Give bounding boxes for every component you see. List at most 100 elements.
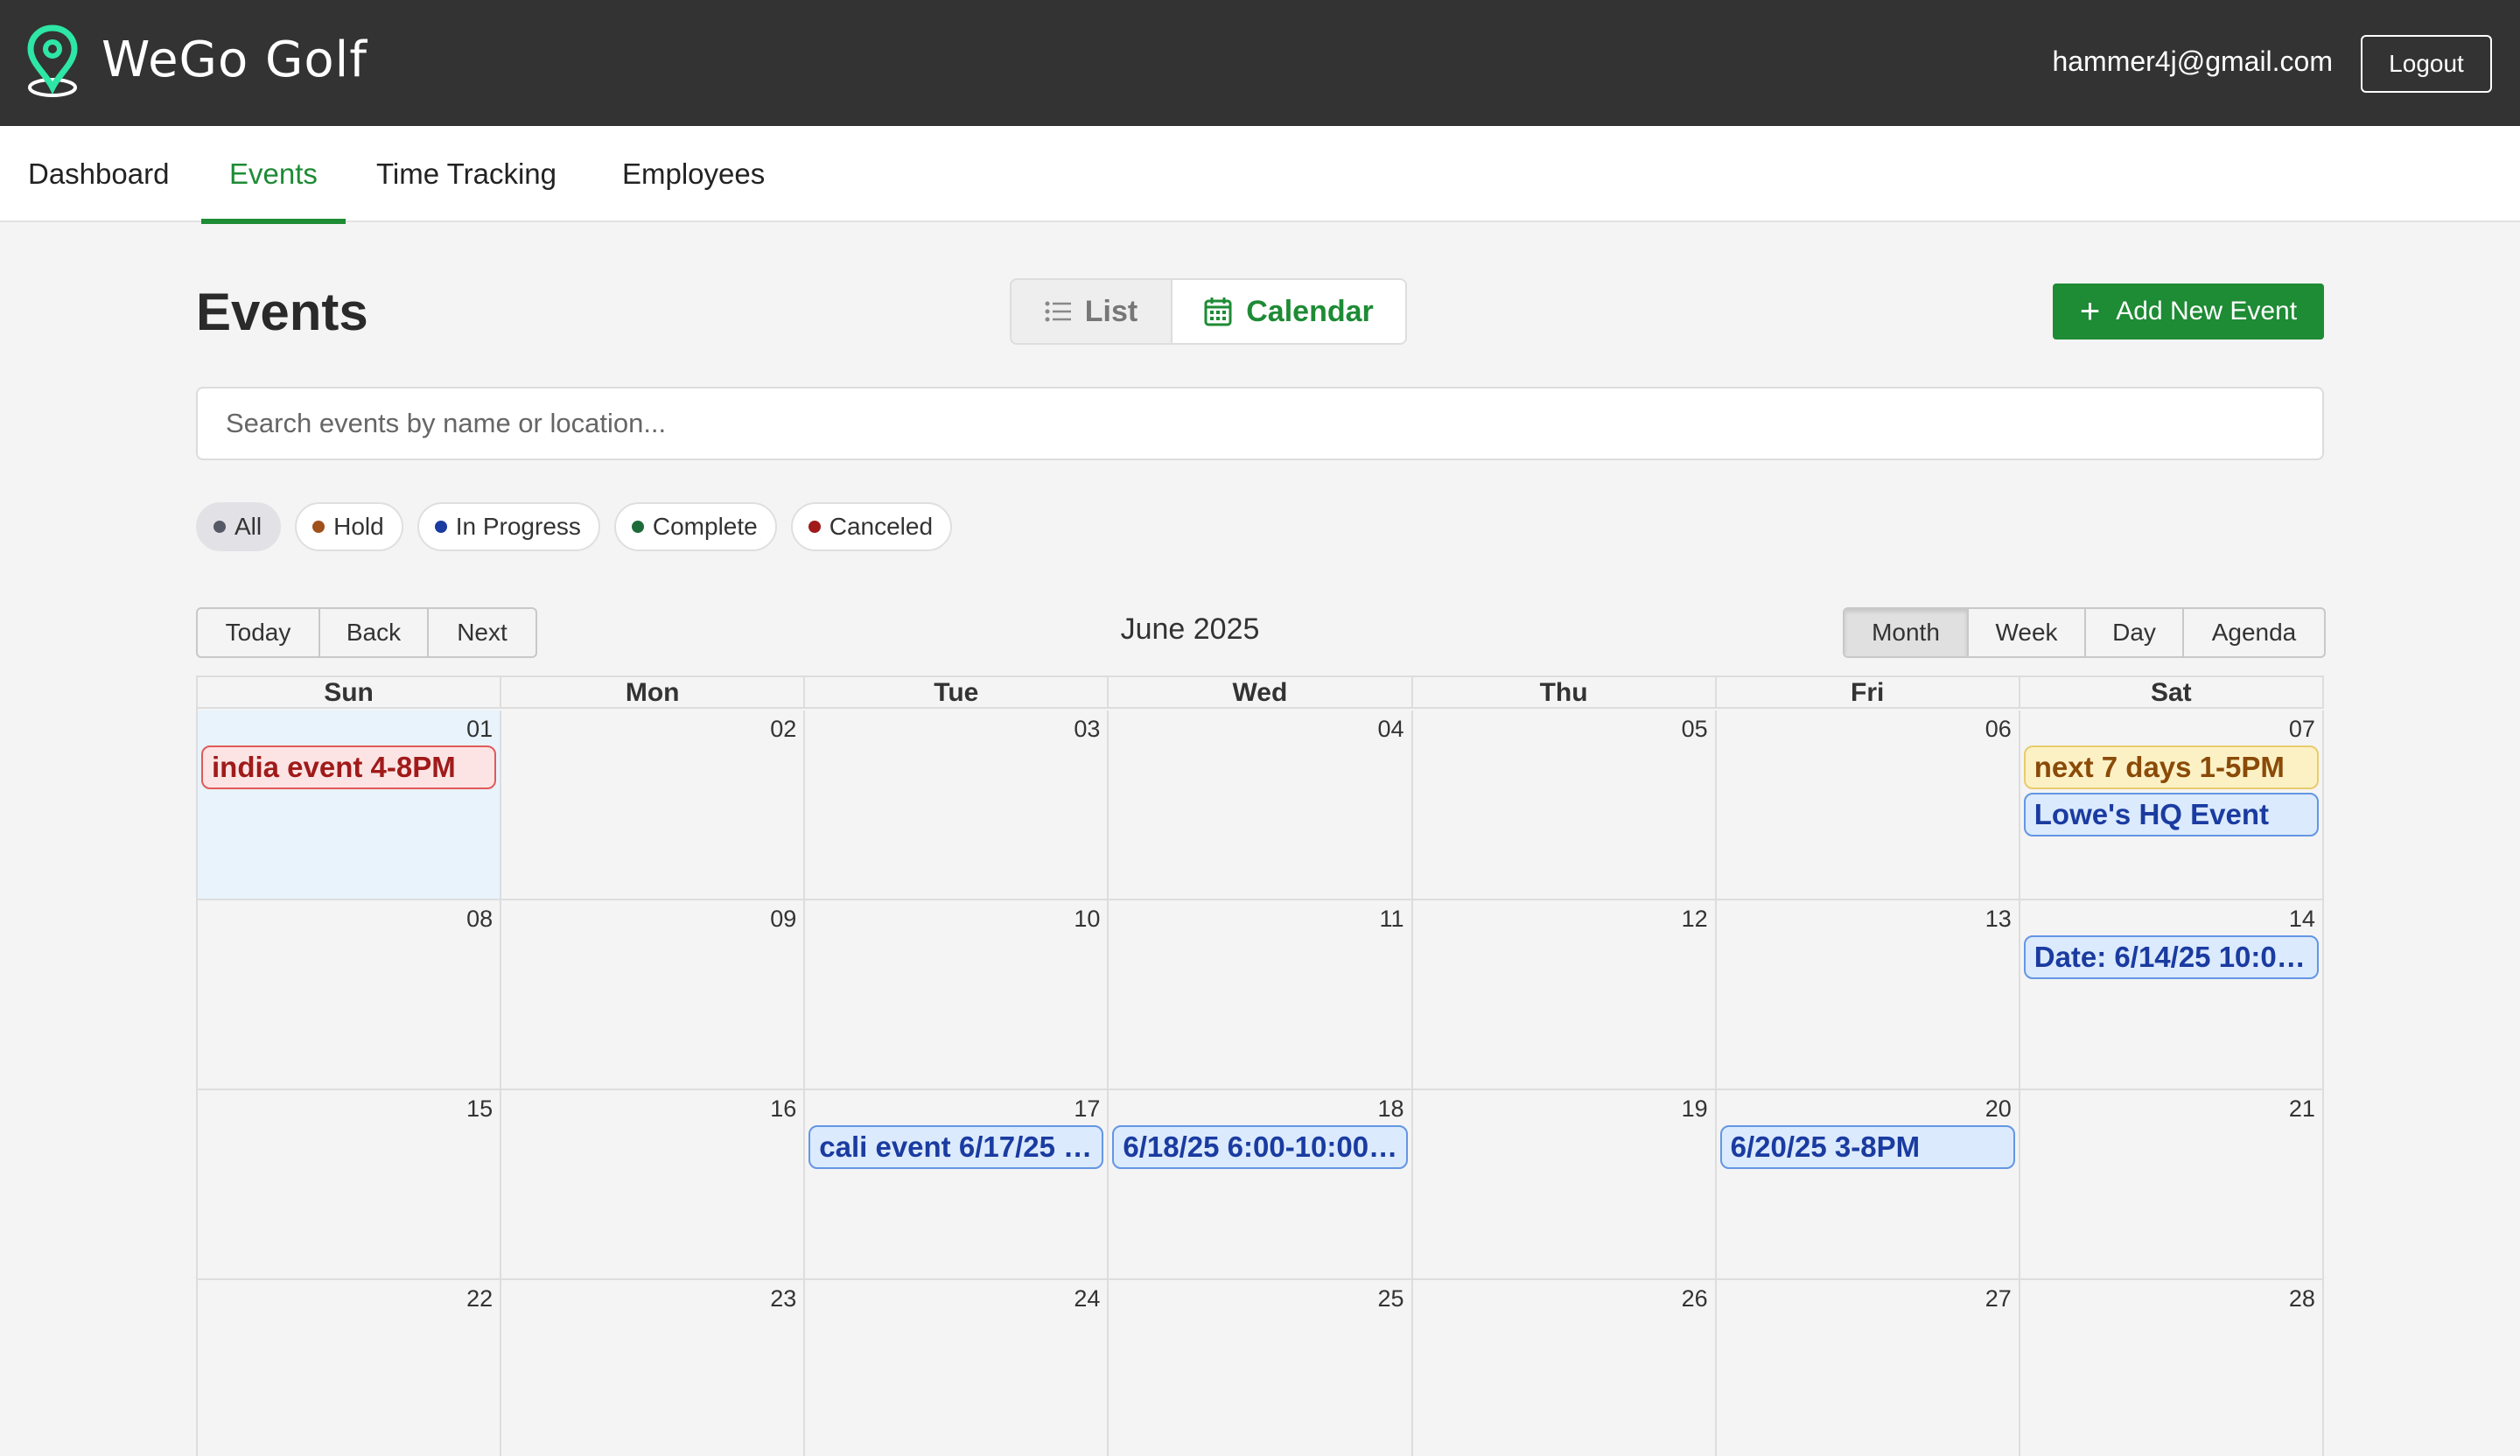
nav-events[interactable]: Events (201, 126, 346, 224)
day-cell[interactable]: 20 6/20/25 3-8PM (1717, 1090, 2020, 1278)
filter-label: Complete (652, 513, 758, 540)
day-cell[interactable]: 19 (1413, 1090, 1717, 1278)
plus-icon: + (2079, 292, 2101, 331)
day-cell[interactable]: 25 (1109, 1280, 1413, 1456)
day-cell[interactable]: 16 (501, 1090, 806, 1278)
day-cell[interactable]: 05 (1413, 710, 1717, 899)
today-button[interactable]: Today (198, 609, 320, 656)
filter-in-progress[interactable]: In Progress (416, 502, 600, 551)
date-number[interactable]: 09 (770, 906, 796, 933)
date-number[interactable]: 22 (466, 1285, 493, 1312)
week-row: 15 16 17 cali event 6/17/25 5-9PM 18 6/1… (198, 1090, 2324, 1280)
filter-canceled[interactable]: Canceled (790, 502, 953, 551)
day-cell[interactable]: 28 (2020, 1280, 2324, 1456)
month-calendar: Sun Mon Tue Wed Thu Fri Sat 01 india eve… (196, 676, 2324, 1456)
date-number[interactable]: 06 (1985, 716, 2012, 743)
list-view-button[interactable]: List (1012, 280, 1171, 343)
day-cell[interactable]: 04 (1109, 710, 1413, 899)
date-number[interactable]: 26 (1682, 1285, 1708, 1312)
day-cell[interactable]: 18 6/18/25 6:00-10:00PM (1109, 1090, 1413, 1278)
date-number[interactable]: 28 (2289, 1285, 2315, 1312)
main-nav: Dashboard Events Time Tracking Employees (0, 126, 2520, 224)
date-number[interactable]: 23 (770, 1285, 796, 1312)
day-cell[interactable]: 27 (1717, 1280, 2020, 1456)
day-cell[interactable]: 12 (1413, 900, 1717, 1088)
map-pin-logo-icon (27, 24, 78, 97)
day-cell[interactable]: 17 cali event 6/17/25 5-9PM (805, 1090, 1110, 1278)
day-cell[interactable]: 24 (805, 1280, 1110, 1456)
agenda-view-button[interactable]: Agenda (2184, 609, 2324, 656)
day-view-button[interactable]: Day (2086, 609, 2184, 656)
event-date-6-14[interactable]: Date: 6/14/25 10:00AM-2PM (2023, 935, 2319, 979)
day-cell[interactable]: 08 (198, 900, 502, 1088)
nav-time-tracking[interactable]: Time Tracking (376, 126, 556, 222)
calendar-view-label: Calendar (1246, 294, 1374, 328)
date-number[interactable]: 21 (2289, 1096, 2315, 1123)
event-6-20[interactable]: 6/20/25 3-8PM (1719, 1125, 2015, 1169)
day-cell[interactable]: 02 (501, 710, 806, 899)
next-button[interactable]: Next (429, 609, 536, 656)
date-number[interactable]: 10 (1074, 906, 1100, 933)
logout-button[interactable]: Logout (2361, 35, 2492, 93)
month-view-button[interactable]: Month (1844, 609, 1969, 656)
date-number[interactable]: 01 (466, 716, 493, 743)
calendar-view-button[interactable]: Calendar (1171, 280, 1405, 343)
back-button[interactable]: Back (320, 609, 429, 656)
event-lowes-hq[interactable]: Lowe's HQ Event (2023, 793, 2319, 836)
filter-complete[interactable]: Complete (613, 502, 777, 551)
day-cell[interactable]: 09 (501, 900, 806, 1088)
day-cell[interactable]: 07 next 7 days 1-5PM Lowe's HQ Event (2020, 710, 2324, 899)
day-cell[interactable]: 21 (2020, 1090, 2324, 1278)
list-icon (1045, 301, 1071, 322)
date-number[interactable]: 25 (1377, 1285, 1404, 1312)
page-title: Events (196, 283, 368, 341)
status-dot-icon (631, 521, 644, 533)
date-number[interactable]: 27 (1985, 1285, 2012, 1312)
day-cell[interactable]: 22 (198, 1280, 502, 1456)
week-view-button[interactable]: Week (1969, 609, 2086, 656)
calendar-month-label: June 2025 (1120, 612, 1260, 646)
date-number[interactable]: 13 (1985, 906, 2012, 933)
filter-all[interactable]: All (196, 502, 282, 551)
add-new-event-button[interactable]: + Add New Event (2053, 284, 2324, 340)
day-cell[interactable]: 06 (1717, 710, 2020, 899)
date-number[interactable]: 04 (1377, 716, 1404, 743)
date-number[interactable]: 18 (1377, 1096, 1404, 1123)
nav-dashboard[interactable]: Dashboard (28, 126, 169, 222)
date-number[interactable]: 19 (1682, 1096, 1708, 1123)
event-next-7-days[interactable]: next 7 days 1-5PM (2023, 746, 2319, 789)
date-number[interactable]: 02 (770, 716, 796, 743)
event-6-18[interactable]: 6/18/25 6:00-10:00PM (1112, 1125, 1408, 1169)
date-number[interactable]: 17 (1074, 1096, 1100, 1123)
top-bar: WeGo Golf hammer4j@gmail.com Logout (0, 0, 2520, 126)
date-number[interactable]: 11 (1379, 906, 1404, 933)
day-cell[interactable]: 13 (1717, 900, 2020, 1088)
nav-employees[interactable]: Employees (622, 126, 765, 222)
day-cell[interactable]: 26 (1413, 1280, 1717, 1456)
date-number[interactable]: 15 (466, 1096, 493, 1123)
filter-hold[interactable]: Hold (295, 502, 403, 551)
date-number[interactable]: 05 (1682, 716, 1708, 743)
day-cell[interactable]: 10 (805, 900, 1110, 1088)
date-number[interactable]: 12 (1682, 906, 1708, 933)
date-number[interactable]: 20 (1985, 1096, 2012, 1123)
day-cell[interactable]: 14 Date: 6/14/25 10:00AM-2PM (2020, 900, 2324, 1088)
day-cell[interactable]: 01 india event 4-8PM (198, 710, 502, 899)
date-number[interactable]: 14 (2289, 906, 2315, 933)
day-cell[interactable]: 03 (805, 710, 1110, 899)
date-number[interactable]: 24 (1074, 1285, 1100, 1312)
event-india[interactable]: india event 4-8PM (201, 746, 497, 789)
search-input[interactable] (196, 387, 2324, 460)
calendar-body: 01 india event 4-8PM 02 03 04 05 06 07 n… (198, 710, 2324, 1456)
date-number[interactable]: 08 (466, 906, 493, 933)
day-cell[interactable]: 11 (1109, 900, 1413, 1088)
list-view-label: List (1084, 294, 1138, 328)
weekday-label: Sat (2020, 677, 2324, 709)
day-cell[interactable]: 15 (198, 1090, 502, 1278)
date-number[interactable]: 03 (1074, 716, 1100, 743)
event-cali[interactable]: cali event 6/17/25 5-9PM (808, 1125, 1104, 1169)
day-cell[interactable]: 23 (501, 1280, 806, 1456)
filter-label: All (234, 513, 262, 540)
date-number[interactable]: 16 (770, 1096, 796, 1123)
date-number[interactable]: 07 (2289, 716, 2315, 743)
